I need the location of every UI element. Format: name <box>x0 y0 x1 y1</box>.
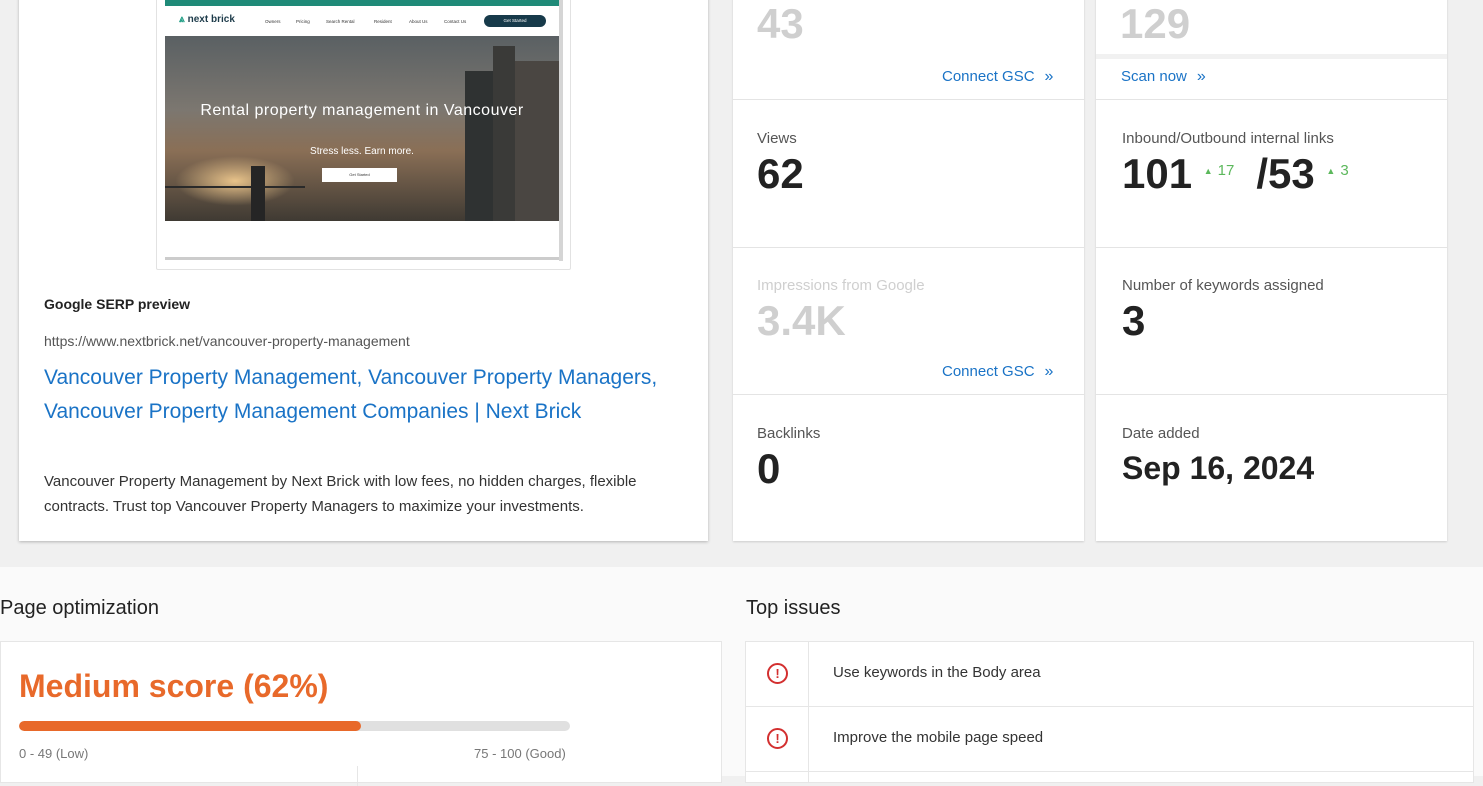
score-text: Medium score (62%) <box>19 668 329 704</box>
outbound-delta-value: 3 <box>1340 162 1349 180</box>
chevron-right-icon: » <box>1044 68 1054 85</box>
impressions-value: 3.4K <box>757 297 846 344</box>
date-added-value: Sep 16, 2024 <box>1122 450 1315 486</box>
page-optimization-title: Page optimization <box>0 597 159 619</box>
hero-building <box>515 61 559 221</box>
site-nav-pricing: Pricing <box>296 19 310 24</box>
connect-gsc-link[interactable]: Connect GSC » <box>942 68 1053 86</box>
metric-views: Views 62 <box>733 100 1084 247</box>
optimization-card: Medium score (62%) 0 - 49 (Low) 75 - 100… <box>0 641 722 786</box>
hero-button: Get Started <box>322 168 397 182</box>
keywords-value: 3 <box>1122 297 1146 344</box>
inbound-delta-value: 17 <box>1217 162 1235 180</box>
issue-text: Use keywords in the Body area <box>833 664 1041 681</box>
metric-top-left-value: 43 <box>757 0 804 47</box>
issue-row[interactable]: ! Use keywords in the Body area <box>746 642 1473 707</box>
metric-top-right-value: 129 <box>1120 0 1191 47</box>
page-screenshot[interactable]: ⩓ next brick Owners Pricing Search Rental… <box>156 0 571 270</box>
column-divider <box>808 772 809 782</box>
serp-title-link[interactable]: Vancouver Property Management, Vancouver… <box>44 361 684 428</box>
internal-links-values: 101 ▲ 17/53 ▲ 3 <box>1122 150 1349 198</box>
serp-url: https://www.nextbrick.net/vancouver-prop… <box>44 333 410 349</box>
connect-gsc-link[interactable]: Connect GSC » <box>942 363 1053 381</box>
outbound-value: /53 <box>1256 150 1315 197</box>
screenshot-vertical-scrollbar[interactable] <box>559 0 563 261</box>
inbound-value: 101 <box>1122 150 1193 197</box>
serp-preview-heading: Google SERP preview <box>44 296 191 312</box>
site-nav-about: About Us <box>409 19 428 24</box>
hero-pier <box>251 166 265 221</box>
inbound-delta: ▲ 17 <box>1204 162 1235 179</box>
site-nav-contact: Contact Us <box>444 19 467 24</box>
page-preview-card: ⩓ next brick Owners Pricing Search Rental… <box>19 0 708 541</box>
impressions-label: Impressions from Google <box>757 277 925 294</box>
issue-text: Improve the mobile page speed <box>833 729 1044 746</box>
connect-gsc-label: Connect GSC <box>942 363 1035 380</box>
arrow-up-icon: ▲ <box>1326 166 1336 177</box>
site-nav-owners: Owners <box>265 19 281 24</box>
hero-sunlight <box>175 156 295 206</box>
connect-gsc-label: Connect GSC <box>942 68 1035 85</box>
screenshot-hero-image: Rental property management in Vancouver … <box>165 36 559 221</box>
column-divider <box>357 766 358 786</box>
internal-links-label: Inbound/Outbound internal links <box>1122 130 1334 147</box>
screenshot-scrollbar[interactable] <box>165 257 559 260</box>
metric-backlinks: Backlinks 0 <box>733 395 1084 541</box>
keywords-label: Number of keywords assigned <box>1122 277 1324 294</box>
metric-keywords: Number of keywords assigned 3 <box>1096 247 1447 394</box>
alert-circle-icon: ! <box>767 663 788 684</box>
top-issues-title: Top issues <box>746 597 841 619</box>
hero-bridge <box>165 186 305 188</box>
score-progress-bar <box>19 721 570 731</box>
site-nav-search-rental: Search Rental <box>326 19 355 24</box>
hero-subtitle: Stress less. Earn more. <box>310 146 414 157</box>
hero-title: Rental property management in Vancouver <box>200 102 524 119</box>
backlinks-value: 0 <box>757 445 781 492</box>
outbound-delta: ▲ 3 <box>1326 162 1348 179</box>
screenshot-site-nav: ⩓ next brick Owners Pricing Search Rental… <box>165 6 559 36</box>
backlinks-label: Backlinks <box>757 425 821 442</box>
arrow-up-icon: ▲ <box>1203 166 1213 177</box>
site-logo-text: next brick <box>187 14 235 25</box>
metrics-column-left: 43 Connect GSC » Views 62 Impressions fro… <box>733 0 1084 541</box>
section-separator <box>1096 54 1447 59</box>
chevron-right-icon: » <box>1044 363 1054 380</box>
serp-description: Vancouver Property Management by Next Br… <box>44 473 637 515</box>
range-good-label: 75 - 100 (Good) <box>474 746 566 761</box>
metrics-column-right: 129 Scan now » Inbound/Outbound internal … <box>1096 0 1447 541</box>
date-added-label: Date added <box>1122 425 1200 442</box>
metric-internal-links: Inbound/Outbound internal links 101 ▲ 17 /… <box>1096 100 1447 247</box>
site-nav-resident: Resident <box>374 19 392 24</box>
issue-row[interactable]: ! Improve the mobile page speed <box>746 707 1473 772</box>
views-label: Views <box>757 130 797 147</box>
range-low-label: 0 - 49 (Low) <box>19 746 89 761</box>
issue-icon-cell: ! <box>746 707 809 771</box>
alert-circle-icon: ! <box>767 728 788 749</box>
chevron-right-icon: » <box>1196 68 1206 85</box>
issue-icon-cell: ! <box>746 642 809 706</box>
site-cta-button: Get Started <box>484 15 546 27</box>
views-value: 62 <box>757 150 804 197</box>
scan-now-label: Scan now <box>1121 68 1187 85</box>
site-logo: ⩓ next brick <box>179 14 235 25</box>
top-issues-card: ! Use keywords in the Body area ! Improv… <box>745 641 1474 783</box>
score-progress-fill <box>19 721 361 731</box>
metric-date-added: Date added Sep 16, 2024 <box>1096 395 1447 541</box>
scan-now-link[interactable]: Scan now » <box>1121 68 1206 86</box>
hero-building <box>493 46 515 221</box>
logo-chevron-icon: ⩓ <box>179 14 185 25</box>
